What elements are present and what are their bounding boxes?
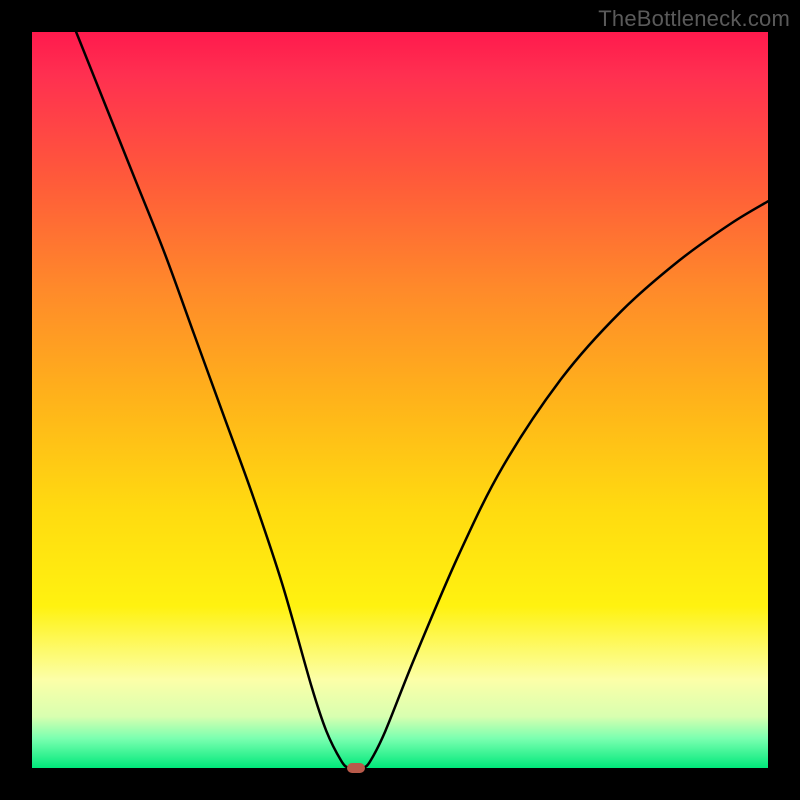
watermark-text: TheBottleneck.com <box>598 6 790 32</box>
curve-path <box>76 32 768 768</box>
bottleneck-curve <box>32 32 768 768</box>
chart-frame: TheBottleneck.com <box>0 0 800 800</box>
plot-area <box>32 32 768 768</box>
optimal-point-marker <box>347 763 365 773</box>
